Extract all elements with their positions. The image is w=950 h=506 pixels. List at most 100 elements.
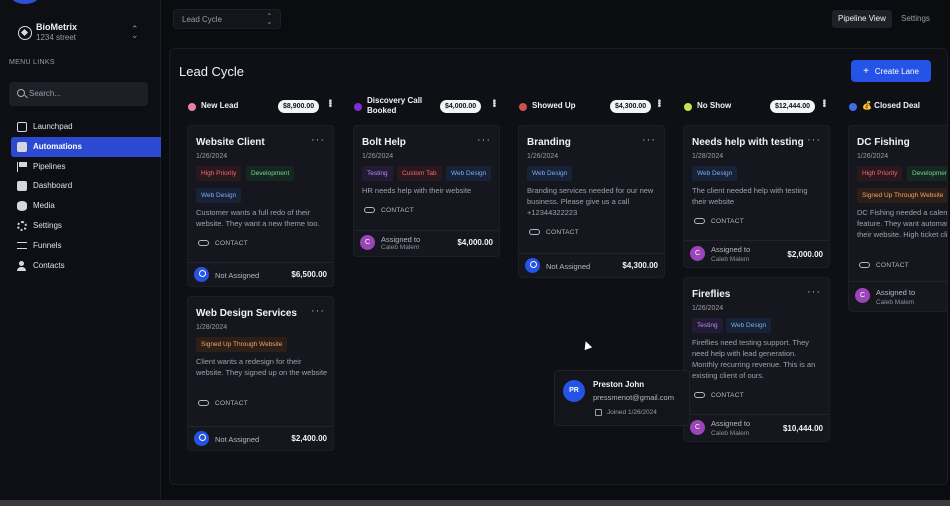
card-title: Fireflies	[692, 289, 731, 300]
chevron-updown-icon: ⌃ ⌄	[266, 12, 273, 26]
card-title: Website Client	[196, 137, 265, 148]
automations-icon	[17, 141, 27, 152]
more-horizontal-icon[interactable]: ···	[807, 134, 821, 146]
chevron-updown-icon: ⌃ ⌄	[131, 24, 139, 40]
lane-total-badge: $8,900.00	[278, 100, 320, 113]
lane-color-dot	[188, 103, 196, 111]
contact-button[interactable]: CONTACT	[529, 229, 579, 236]
kebab-menu-icon[interactable]: •••	[653, 99, 664, 107]
tag: Web Design	[726, 318, 772, 333]
lane-name: Showed Up	[532, 101, 576, 110]
sidebar-item-settings[interactable]: Settings	[11, 216, 161, 236]
tag: Signed Up Through Website	[196, 337, 288, 352]
search-placeholder[interactable]: Search...	[29, 89, 61, 98]
contact-button[interactable]: CONTACT	[694, 392, 744, 399]
avatar	[194, 267, 209, 282]
tab-pipeline-view[interactable]: Pipeline View	[832, 10, 892, 28]
kebab-menu-icon[interactable]: •••	[818, 99, 829, 107]
deal-amount: $2,000.00	[787, 250, 823, 259]
lane-color-dot	[519, 103, 527, 111]
card-footer: C Assigned to Caleb Malem $2,000.00	[684, 240, 829, 267]
brand-logo[interactable]	[6, 0, 44, 4]
contact-button[interactable]: CONTACT	[198, 240, 248, 247]
sidebar-item-automations[interactable]: Automations	[11, 136, 161, 157]
plus-icon: +	[863, 65, 869, 77]
contact-button[interactable]: CONTACT	[198, 400, 248, 407]
tag: Web Design	[527, 166, 573, 181]
link-icon	[694, 392, 705, 398]
deal-amount: $2,400.00	[291, 434, 327, 443]
lane-color-dot	[354, 103, 362, 111]
link-icon	[198, 400, 209, 406]
kebab-menu-icon[interactable]: •••	[324, 99, 335, 107]
deal-card[interactable]: DC Fishing 1/26/2024 High Priority Devel…	[848, 125, 948, 312]
deal-card[interactable]: Branding ··· 1/26/2024 Web Design Brandi…	[518, 125, 665, 278]
card-date: 1/26/2024	[857, 153, 889, 160]
sidebar-nav: Launchpad Automations Pipelines Dashboar…	[11, 117, 161, 275]
more-horizontal-icon[interactable]: ···	[477, 134, 491, 146]
card-description: Branding services needed for our new bus…	[527, 186, 654, 217]
deal-amount: $4,000.00	[457, 238, 493, 247]
contact-label: CONTACT	[711, 218, 745, 225]
assignee: Caleb Malem	[711, 430, 750, 437]
tag: Development	[907, 166, 947, 181]
deal-card[interactable]: Needs help with testing ··· 1/28/2024 We…	[683, 125, 830, 268]
card-description: DC Fishing needed a calendar booking fea…	[857, 208, 948, 239]
sidebar-item-contacts[interactable]: Contacts	[11, 256, 161, 276]
pipeline-select-value: Lead Cycle	[182, 15, 223, 24]
card-footer: Not Assigned $2,400.00	[188, 426, 333, 450]
card-date: 1/26/2024	[362, 153, 394, 160]
card-description: HR needs help with their website	[362, 186, 472, 195]
assignee-label: Assigned to	[876, 288, 916, 297]
account-switcher[interactable]: BioMetrix 1234 street ⌃ ⌄	[10, 18, 150, 48]
pipeline-board: Lead Cycle + Create Lane New Lead $8,900.…	[169, 48, 948, 485]
deal-card[interactable]: Fireflies ··· 1/26/2024 Testing Web Desi…	[683, 277, 830, 442]
card-date: 1/26/2024	[196, 153, 228, 160]
compass-icon	[18, 26, 32, 40]
sidebar-item-media[interactable]: Media	[11, 196, 161, 216]
sidebar-item-label: Funnels	[33, 240, 62, 250]
card-footer: C Assigned to Caleb Malem	[849, 281, 947, 311]
contact-joined: Joined 1/26/2024	[607, 409, 657, 416]
deal-card[interactable]: Website Client ··· 1/26/2024 High Priori…	[187, 125, 334, 287]
assignee-label: Assigned to	[711, 245, 751, 254]
assignee: Not Assigned	[546, 262, 591, 271]
search-icon	[17, 89, 25, 97]
more-horizontal-icon[interactable]: ···	[311, 134, 325, 146]
menu-heading: MENU LINKS	[9, 59, 55, 66]
contact-button[interactable]: CONTACT	[859, 262, 909, 269]
avatar: C	[690, 420, 705, 435]
pipeline-select[interactable]: Lead Cycle ⌃ ⌄	[173, 9, 281, 29]
more-horizontal-icon[interactable]: ···	[642, 134, 656, 146]
gear-icon	[17, 220, 27, 231]
sidebar: BioMetrix 1234 street ⌃ ⌄ MENU LINKS Sear…	[0, 0, 161, 500]
sidebar-item-dashboard[interactable]: Dashboard	[11, 176, 161, 196]
avatar	[525, 258, 540, 273]
tab-settings[interactable]: Settings	[895, 10, 936, 28]
sidebar-item-label: Pipelines	[33, 161, 66, 171]
tag: Web Design	[196, 188, 242, 203]
user-icon	[17, 260, 27, 271]
sidebar-search[interactable]: Search...	[9, 82, 148, 106]
card-description: Fireflies need testing support. They nee…	[692, 338, 816, 380]
account-name: BioMetrix	[36, 22, 78, 32]
kebab-menu-icon[interactable]: •••	[488, 99, 499, 107]
more-horizontal-icon[interactable]: ···	[311, 305, 325, 317]
contact-button[interactable]: CONTACT	[694, 218, 744, 225]
sidebar-item-label: Dashboard	[33, 181, 73, 191]
lane-header-discovery-call: Discovery Call Booked $4,000.00 •••	[354, 96, 504, 120]
contact-button[interactable]: CONTACT	[364, 207, 414, 214]
sidebar-item-launchpad[interactable]: Launchpad	[11, 117, 161, 137]
card-description: Client wants a redesign for their websit…	[196, 357, 328, 377]
lane-header-showed-up: Showed Up $4,300.00 •••	[519, 98, 669, 120]
sidebar-item-pipelines[interactable]: Pipelines	[11, 157, 161, 177]
link-icon	[198, 240, 209, 246]
sidebar-item-label: Contacts	[33, 260, 65, 270]
deal-card[interactable]: Bolt Help ··· 1/26/2024 Testing Custom T…	[353, 125, 500, 257]
sidebar-item-funnels[interactable]: Funnels	[11, 236, 161, 256]
more-horizontal-icon[interactable]: ···	[807, 286, 821, 298]
deal-card[interactable]: Web Design Services ··· 1/28/2024 Signed…	[187, 296, 334, 451]
tag: High Priority	[857, 166, 903, 181]
dragged-contact-card[interactable]: PR Preston John pressmenot@gmail.com Joi…	[554, 370, 690, 426]
create-lane-button[interactable]: + Create Lane	[851, 60, 931, 82]
